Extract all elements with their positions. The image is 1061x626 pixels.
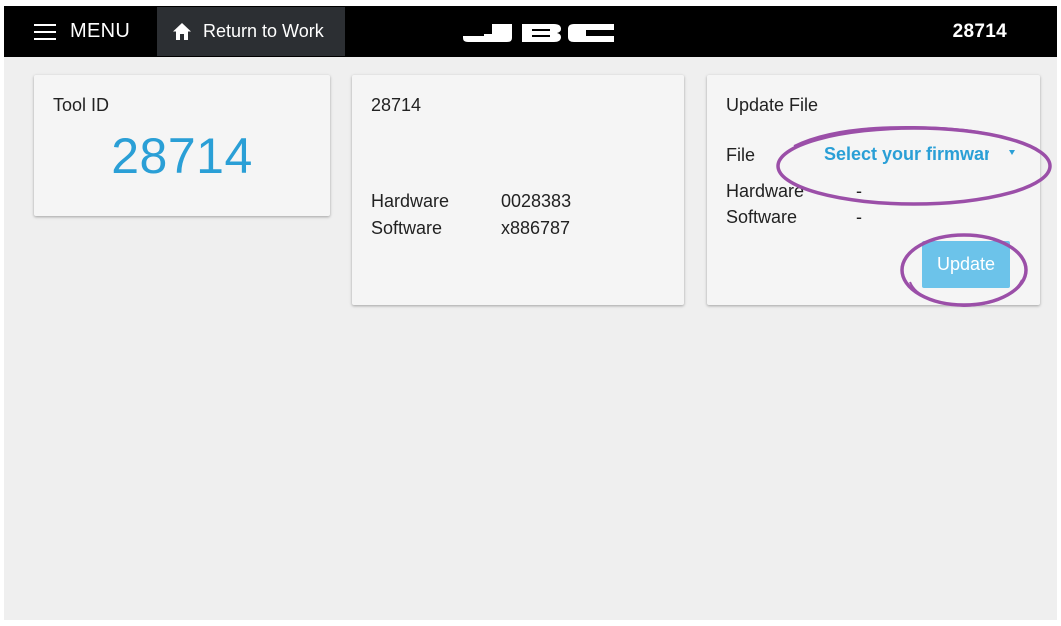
hardware-label: Hardware xyxy=(371,191,450,211)
menu-button[interactable]: MENU xyxy=(34,6,130,57)
jbc-logo xyxy=(462,22,614,44)
software-label: Software xyxy=(371,218,443,238)
chevron-down-icon xyxy=(1009,150,1015,155)
update-hardware-value: - xyxy=(856,181,862,201)
firmware-select[interactable]: Select your firmware xyxy=(824,144,1019,168)
header-tool-id: 28714 xyxy=(952,20,1007,42)
software-value: x886787 xyxy=(501,218,571,238)
tool-info-card: 28714 Hardware 0028383 Software x886787 xyxy=(352,75,684,305)
update-file-card: Update File File Select your firmware Ha… xyxy=(707,75,1040,305)
return-to-work-button[interactable]: Return to Work xyxy=(157,7,345,56)
update-software-value: - xyxy=(856,207,862,227)
hamburger-menu-icon xyxy=(34,23,56,41)
update-file-title: Update File xyxy=(726,95,819,115)
file-label: File xyxy=(726,145,756,165)
app-screen: MENU Return to Work 28714 Tool ID 28714 … xyxy=(4,6,1057,620)
menu-label: MENU xyxy=(70,20,131,42)
update-button[interactable]: Update xyxy=(922,241,1010,288)
firmware-select-text: Select your firmware xyxy=(824,144,989,164)
home-icon xyxy=(173,23,191,40)
hardware-value: 0028383 xyxy=(501,191,572,211)
tool-id-card: Tool ID 28714 xyxy=(34,75,330,216)
update-software-label: Software xyxy=(726,207,798,227)
update-hardware-label: Hardware xyxy=(726,181,805,201)
tool-info-title: 28714 xyxy=(371,95,422,115)
tool-id-title: Tool ID xyxy=(53,95,110,115)
top-bar: MENU Return to Work 28714 xyxy=(4,6,1057,57)
tool-id-value: 28714 xyxy=(111,128,253,184)
return-to-work-label: Return to Work xyxy=(203,21,324,41)
